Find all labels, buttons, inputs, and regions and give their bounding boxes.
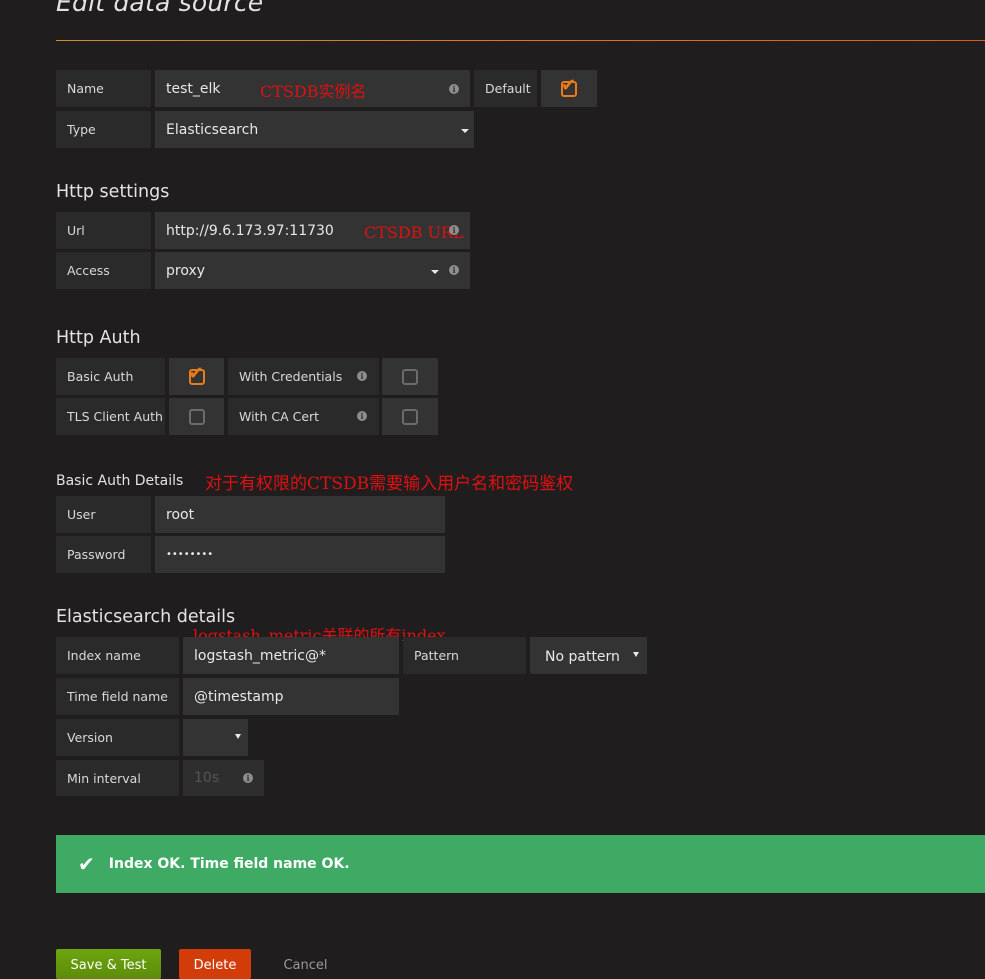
type-select[interactable]: Elasticsearch xyxy=(155,111,474,148)
checkbox-box xyxy=(188,408,205,425)
check-icon: ✔ xyxy=(188,362,204,384)
access-value: proxy xyxy=(166,262,206,279)
user-label: User xyxy=(56,496,151,533)
chevron-down-icon xyxy=(461,129,469,133)
time-field-label: Time field name xyxy=(56,678,179,715)
info-icon[interactable]: i xyxy=(357,411,367,421)
name-annotation: CTSDB实例名 xyxy=(260,82,367,101)
user-input[interactable]: root xyxy=(155,496,445,533)
tls-client-auth-label: TLS Client Auth xyxy=(56,398,165,435)
index-name-label: Index name xyxy=(56,637,179,674)
checkbox-box xyxy=(402,368,418,385)
pattern-value: No pattern xyxy=(545,649,620,665)
index-name-value: logstash_metric@* xyxy=(194,647,326,664)
url-label: Url xyxy=(56,212,151,249)
chevron-down-icon xyxy=(633,652,639,657)
chevron-down-icon xyxy=(431,270,439,274)
access-label: Access xyxy=(56,252,151,289)
test-result-alert: ✔ Index OK. Time field name OK. xyxy=(56,835,985,893)
time-field-value: @timestamp xyxy=(194,688,284,705)
password-label: Password xyxy=(56,536,151,573)
basic-auth-label: Basic Auth xyxy=(56,358,165,395)
min-interval-placeholder: 10s xyxy=(194,770,220,786)
basic-auth-annotation: 对于有权限的CTSDB需要输入用户名和密码鉴权 xyxy=(205,474,574,494)
check-icon: ✔ xyxy=(561,74,577,96)
http-settings-heading: Http settings xyxy=(56,182,170,202)
pattern-label: Pattern xyxy=(403,637,526,674)
info-icon[interactable]: i xyxy=(449,84,459,94)
page-title: Edit data source xyxy=(56,0,264,17)
default-checkbox[interactable]: ✔ xyxy=(541,70,597,107)
check-icon: ✔ xyxy=(78,852,95,876)
title-divider xyxy=(56,40,985,41)
tls-client-auth-checkbox[interactable] xyxy=(169,398,224,435)
access-select[interactable]: proxy xyxy=(155,252,470,289)
basic-auth-checkbox[interactable]: ✔ xyxy=(169,358,224,395)
info-icon[interactable]: i xyxy=(357,371,367,381)
with-credentials-checkbox[interactable] xyxy=(382,358,438,395)
type-value: Elasticsearch xyxy=(166,121,259,138)
info-icon[interactable]: i xyxy=(449,225,459,235)
checkbox-box xyxy=(402,408,418,425)
default-label: Default xyxy=(474,70,537,107)
http-auth-heading: Http Auth xyxy=(56,328,141,348)
time-field-input[interactable]: @timestamp xyxy=(183,678,399,715)
cancel-button[interactable]: Cancel xyxy=(273,949,338,979)
url-value: http://9.6.173.97:11730 xyxy=(166,222,334,239)
with-ca-cert-checkbox[interactable] xyxy=(382,398,438,435)
password-input[interactable]: •••••••• xyxy=(155,536,445,573)
name-label: Name xyxy=(56,70,151,107)
index-name-input[interactable]: logstash_metric@* xyxy=(183,637,399,674)
basic-auth-details-heading: Basic Auth Details xyxy=(56,473,184,489)
chevron-down-icon xyxy=(235,734,241,739)
type-label: Type xyxy=(56,111,151,148)
delete-button[interactable]: Delete xyxy=(179,949,251,979)
user-value: root xyxy=(166,506,195,523)
info-icon[interactable]: i xyxy=(243,773,253,783)
min-interval-label: Min interval xyxy=(56,760,179,796)
save-test-button[interactable]: Save & Test xyxy=(56,949,161,979)
pattern-select[interactable]: No pattern xyxy=(530,637,647,674)
info-icon[interactable]: i xyxy=(449,265,459,275)
version-label: Version xyxy=(56,719,179,756)
name-value: test_elk xyxy=(166,80,221,97)
password-value: •••••••• xyxy=(166,549,214,560)
alert-message: Index OK. Time field name OK. xyxy=(108,856,350,872)
